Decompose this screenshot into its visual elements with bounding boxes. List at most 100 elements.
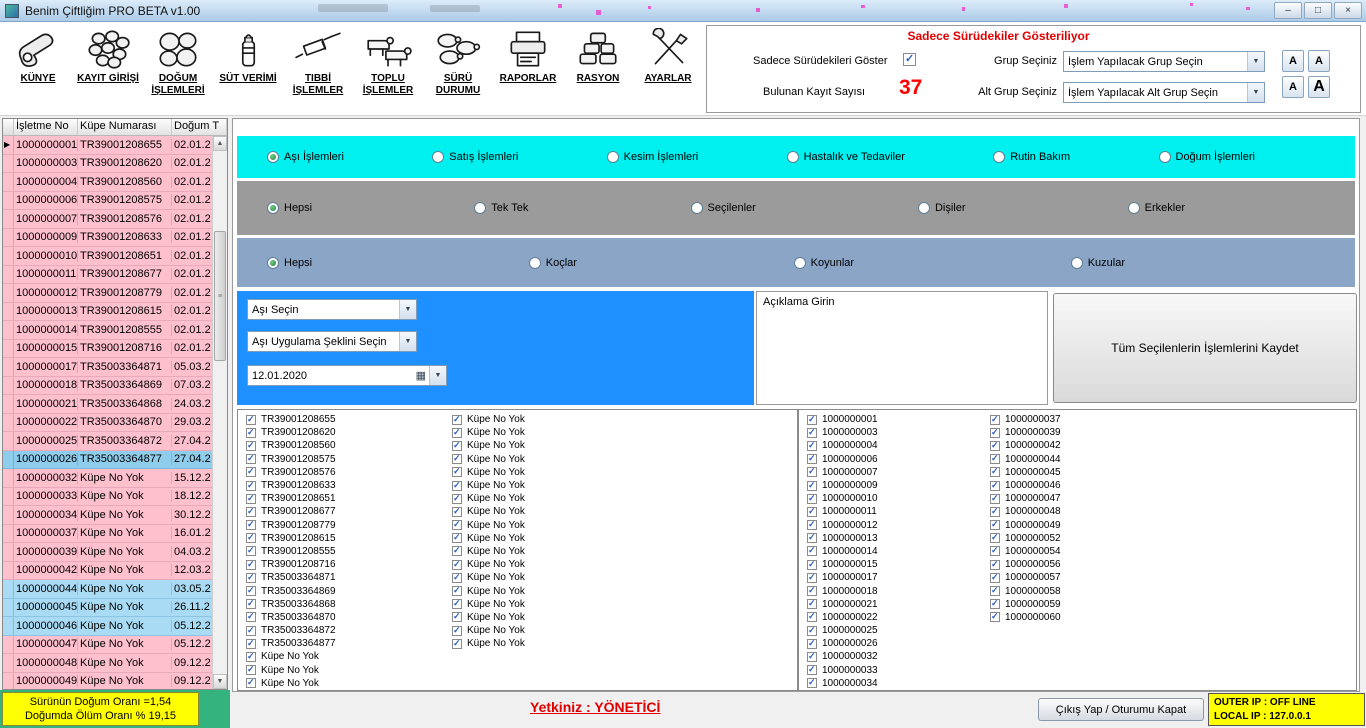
checkbox-checked-icon[interactable]: ✓ <box>807 652 817 662</box>
list-item[interactable]: ✓ Küpe No Yok <box>452 426 652 439</box>
checkbox-checked-icon[interactable]: ✓ <box>807 454 817 464</box>
list-item[interactable]: ✓ 1000000037 <box>990 413 1168 426</box>
table-row[interactable]: ▶ 1000000015 TR39001208716 02.01.2 <box>3 340 227 359</box>
checkbox-checked-icon[interactable]: ✓ <box>990 599 1000 609</box>
checkbox-checked-icon[interactable]: ✓ <box>246 678 256 688</box>
checkbox-checked-icon[interactable]: ✓ <box>452 467 462 477</box>
list-item[interactable]: ✓ 1000000018 <box>807 584 985 597</box>
checkbox-checked-icon[interactable]: ✓ <box>246 573 256 583</box>
checkbox-checked-icon[interactable]: ✓ <box>990 441 1000 451</box>
checkbox-checked-icon[interactable]: ✓ <box>452 428 462 438</box>
list-item[interactable]: ✓ TR39001208677 <box>246 505 446 518</box>
list-item[interactable]: ✓ 1000000059 <box>990 598 1168 611</box>
table-row[interactable]: ▶ 1000000047 Küpe No Yok 05.12.2 <box>3 636 227 655</box>
checkbox-checked-icon[interactable]: ✓ <box>990 507 1000 517</box>
checkbox-checked-icon[interactable]: ✓ <box>452 481 462 491</box>
list-item[interactable]: ✓ Küpe No Yok <box>452 492 652 505</box>
table-row[interactable]: ▶ 1000000039 Küpe No Yok 04.03.2 <box>3 543 227 562</box>
list-item[interactable]: ✓ 1000000021 <box>807 598 985 611</box>
selection-filter-radio[interactable]: Dişiler <box>918 202 966 214</box>
list-item[interactable]: ✓ 1000000014 <box>807 545 985 558</box>
list-item[interactable]: ✓ 1000000012 <box>807 519 985 532</box>
list-item[interactable]: ✓ Küpe No Yok <box>452 571 652 584</box>
table-row[interactable]: ▶ 1000000013 TR39001208615 02.01.2 <box>3 303 227 322</box>
checkbox-checked-icon[interactable]: ✓ <box>807 533 817 543</box>
checkbox-checked-icon[interactable]: ✓ <box>807 665 817 675</box>
chevron-down-icon[interactable]: ▼ <box>429 366 446 385</box>
list-item[interactable]: ✓ TR39001208651 <box>246 492 446 505</box>
checkbox-checked-icon[interactable]: ✓ <box>246 428 256 438</box>
table-row[interactable]: ▶ 1000000042 Küpe No Yok 12.03.2 <box>3 562 227 581</box>
table-row[interactable]: ▶ 1000000010 TR39001208651 02.01.2 <box>3 247 227 266</box>
table-row[interactable]: ▶ 1000000021 TR35003364868 24.03.2 <box>3 395 227 414</box>
checkbox-checked-icon[interactable]: ✓ <box>990 560 1000 570</box>
list-item[interactable]: ✓ Küpe No Yok <box>452 637 652 650</box>
checkbox-checked-icon[interactable]: ✓ <box>807 639 817 649</box>
checkbox-checked-icon[interactable]: ✓ <box>807 507 817 517</box>
animal-group-radio[interactable]: Kuzular <box>1071 257 1125 269</box>
list-item[interactable]: ✓ 1000000057 <box>990 571 1168 584</box>
checkbox-checked-icon[interactable]: ✓ <box>807 428 817 438</box>
checkbox-checked-icon[interactable]: ✓ <box>990 467 1000 477</box>
list-item[interactable]: ✓ Küpe No Yok <box>246 677 446 690</box>
list-item[interactable]: ✓ Küpe No Yok <box>452 598 652 611</box>
font-size-button[interactable]: A <box>1282 50 1304 72</box>
list-item[interactable]: ✓ TR39001208615 <box>246 532 446 545</box>
checkbox-checked-icon[interactable]: ✓ <box>246 494 256 504</box>
toolbar-button[interactable]: RASYON <box>564 24 632 96</box>
list-item[interactable]: ✓ 1000000039 <box>990 426 1168 439</box>
checkbox-checked-icon[interactable]: ✓ <box>246 639 256 649</box>
column-header-dogum[interactable]: Doğum T <box>172 119 227 135</box>
list-item[interactable]: ✓ 1000000044 <box>990 453 1168 466</box>
list-item[interactable]: ✓ 1000000015 <box>807 558 985 571</box>
checkbox-checked-icon[interactable]: ✓ <box>246 546 256 556</box>
font-size-button[interactable]: A <box>1282 76 1304 98</box>
checkbox-checked-icon[interactable]: ✓ <box>807 481 817 491</box>
list-item[interactable]: ✓ 1000000026 <box>807 637 985 650</box>
checkbox-checked-icon[interactable]: ✓ <box>246 586 256 596</box>
checkbox-checked-icon[interactable]: ✓ <box>807 494 817 504</box>
font-size-button[interactable]: A <box>1308 50 1330 72</box>
checkbox-checked-icon[interactable]: ✓ <box>807 546 817 556</box>
checkbox-checked-icon[interactable]: ✓ <box>990 546 1000 556</box>
checkbox-checked-icon[interactable]: ✓ <box>807 441 817 451</box>
list-item[interactable]: ✓ TR39001208655 <box>246 413 446 426</box>
table-row[interactable]: ▶ 1000000018 TR35003364869 07.03.2 <box>3 377 227 396</box>
checkbox-checked-icon[interactable]: ✓ <box>246 441 256 451</box>
toolbar-button[interactable]: SÜRÜ DURUMU <box>424 24 492 96</box>
list-item[interactable]: ✓ TR39001208575 <box>246 453 446 466</box>
checkbox-checked-icon[interactable]: ✓ <box>807 678 817 688</box>
toolbar-button[interactable]: AYARLAR <box>634 24 702 96</box>
toolbar-button[interactable]: TOPLU İŞLEMLER <box>354 24 422 96</box>
date-picker[interactable]: 12.01.2020 ▦ ▼ <box>247 365 447 386</box>
show-only-herd-checkbox[interactable]: ✓ <box>903 53 916 66</box>
list-item[interactable]: ✓ Küpe No Yok <box>452 545 652 558</box>
checkbox-checked-icon[interactable]: ✓ <box>452 586 462 596</box>
list-item[interactable]: ✓ TR39001208576 <box>246 466 446 479</box>
checkbox-checked-icon[interactable]: ✓ <box>990 586 1000 596</box>
selection-filter-radio[interactable]: Erkekler <box>1128 202 1185 214</box>
list-item[interactable]: ✓ 1000000022 <box>807 611 985 624</box>
checkbox-checked-icon[interactable]: ✓ <box>246 454 256 464</box>
toolbar-button[interactable]: KÜNYE <box>4 24 72 96</box>
list-item[interactable]: ✓ Küpe No Yok <box>452 624 652 637</box>
list-item[interactable]: ✓ 1000000056 <box>990 558 1168 571</box>
list-item[interactable]: ✓ TR39001208555 <box>246 545 446 558</box>
table-row[interactable]: ▶ 1000000037 Küpe No Yok 16.01.2 <box>3 525 227 544</box>
list-item[interactable]: ✓ 1000000001 <box>807 413 985 426</box>
checkbox-checked-icon[interactable]: ✓ <box>246 467 256 477</box>
list-item[interactable]: ✓ 1000000033 <box>807 664 985 677</box>
table-row[interactable]: ▶ 1000000012 TR39001208779 02.01.2 <box>3 284 227 303</box>
table-row[interactable]: ▶ 1000000025 TR35003364872 27.04.2 <box>3 432 227 451</box>
checkbox-checked-icon[interactable]: ✓ <box>452 573 462 583</box>
list-item[interactable]: ✓ Küpe No Yok <box>452 532 652 545</box>
checkbox-checked-icon[interactable]: ✓ <box>246 612 256 622</box>
checkbox-checked-icon[interactable]: ✓ <box>990 454 1000 464</box>
table-row[interactable]: ▶ 1000000011 TR39001208677 02.01.2 <box>3 266 227 285</box>
operation-type-radio[interactable]: Aşı İşlemleri <box>267 151 344 163</box>
save-all-button[interactable]: Tüm Seçilenlerin İşlemlerini Kaydet <box>1053 293 1357 403</box>
list-item[interactable]: ✓ Küpe No Yok <box>246 650 446 663</box>
list-item[interactable]: ✓ TR35003364871 <box>246 571 446 584</box>
list-item[interactable]: ✓ Küpe No Yok <box>452 505 652 518</box>
table-row[interactable]: ▶ 1000000044 Küpe No Yok 03.05.2 <box>3 580 227 599</box>
